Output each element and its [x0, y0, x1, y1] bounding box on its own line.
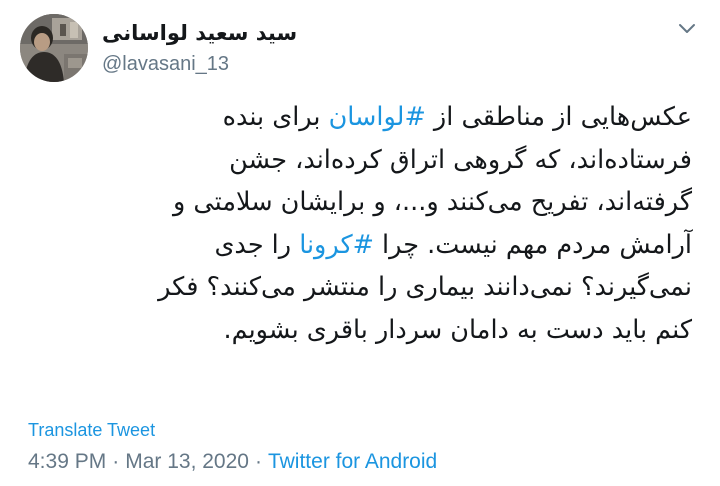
tweet-text-segment: عکس‌هایی از مناطقی از	[425, 102, 692, 132]
tweet-text-segment: برای بنده	[222, 102, 329, 132]
tweet-text-line: نمی‌گیرند؟ نمی‌دانند بیماری را منتشر می‌…	[32, 266, 692, 309]
tweet-meta: 4:39 PM · Mar 13, 2020 · Twitter for Android	[28, 450, 437, 474]
chevron-down-icon[interactable]	[674, 16, 700, 42]
tweet-text-line: عکس‌هایی از مناطقی از #لواسان برای بنده	[32, 96, 692, 139]
tweet-text-segment: کنم باید دست به دامان سردار باقری بشویم.	[223, 314, 693, 345]
tweet-text-line: کنم باید دست به دامان سردار باقری بشویم.	[32, 309, 693, 352]
author-names: سید سعید لواسانی @lavasani_13	[102, 18, 297, 78]
tweet-header: سید سعید لواسانی @lavasani_13	[20, 14, 700, 84]
hashtag-link[interactable]: #لواسان	[329, 102, 426, 132]
hashtag-link[interactable]: #کرونا	[299, 230, 374, 260]
tweet-time[interactable]: 4:39 PM	[28, 450, 106, 473]
tweet-card: سید سعید لواسانی @lavasani_13 عکس‌هایی ا…	[0, 0, 720, 486]
tweet-text-segment: نمی‌گیرند؟ نمی‌دانند بیماری را منتشر می‌…	[158, 272, 692, 302]
user-handle[interactable]: @lavasani_13	[102, 50, 229, 78]
tweet-source-link[interactable]: Twitter for Android	[268, 450, 437, 473]
display-name[interactable]: سید سعید لواسانی	[102, 18, 297, 48]
tweet-text: عکس‌هایی از مناطقی از #لواسان برای بنده ف…	[32, 96, 692, 351]
meta-separator: ·	[112, 450, 120, 473]
tweet-date[interactable]: Mar 13, 2020	[125, 450, 249, 473]
avatar-photo	[20, 14, 88, 82]
avatar[interactable]	[20, 14, 88, 82]
tweet-text-segment: را جدی	[214, 229, 300, 260]
author-block[interactable]: سید سعید لواسانی @lavasani_13	[20, 14, 297, 82]
tweet-text-line: گرفته‌اند، تفریح می‌کنند و...، و برایشان…	[32, 181, 692, 224]
translate-tweet-link[interactable]: Translate Tweet	[28, 420, 155, 441]
tweet-text-line: آرامش مردم مهم نیست. چرا #کرونا را جدی	[32, 224, 692, 267]
tweet-text-segment: گرفته‌اند، تفریح می‌کنند و...، و برایشان…	[172, 187, 692, 217]
meta-separator: ·	[254, 450, 262, 473]
tweet-text-segment: آرامش مردم مهم نیست. چرا	[373, 229, 692, 260]
tweet-text-line: فرستاده‌اند، که گروهی اتراق کرده‌اند، جش…	[32, 139, 692, 182]
tweet-text-segment: فرستاده‌اند، که گروهی اتراق کرده‌اند، جش…	[229, 144, 692, 175]
